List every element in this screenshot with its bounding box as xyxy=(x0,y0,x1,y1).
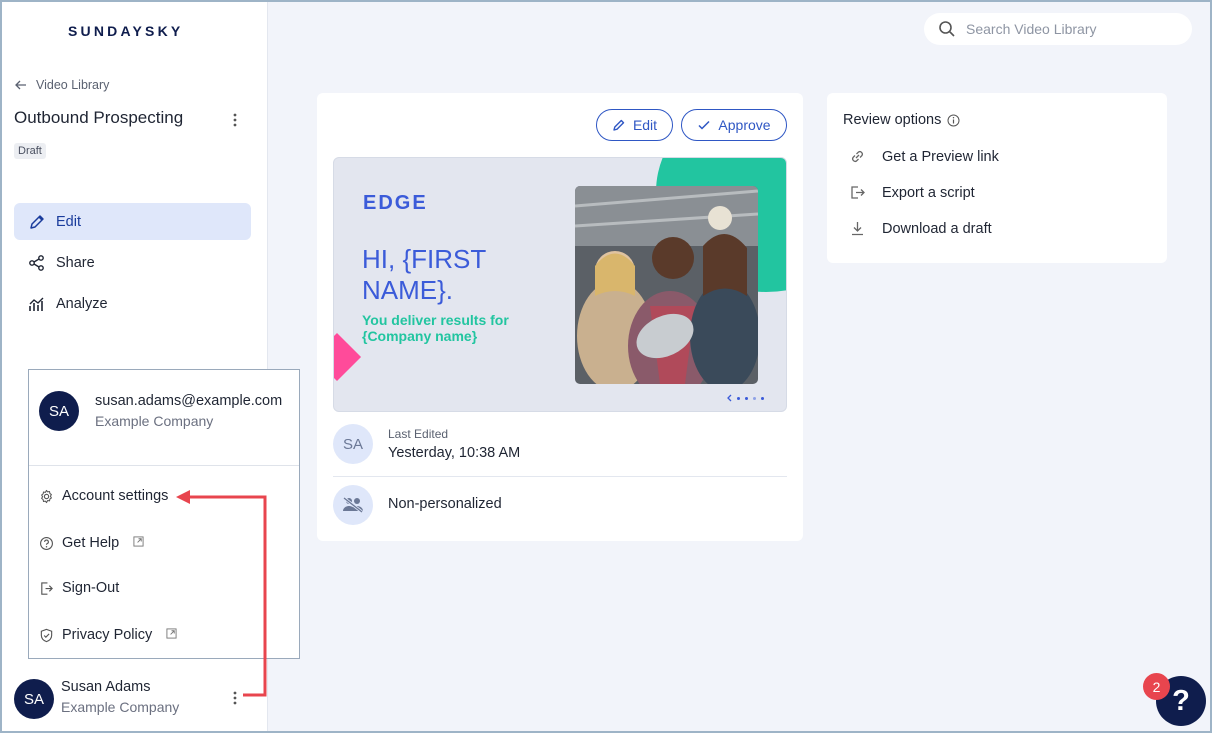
user-name: Susan Adams xyxy=(61,679,151,695)
menu-item-label: Get Help xyxy=(62,535,120,551)
search-icon xyxy=(939,21,955,37)
menu-item-sign-out[interactable]: Sign-Out xyxy=(39,580,119,596)
sidebar-item-label: Share xyxy=(56,254,95,271)
sign-out-icon xyxy=(41,581,53,595)
user-profile-footer: SA Susan Adams Example Company xyxy=(14,677,254,719)
user-company: Example Company xyxy=(95,413,214,429)
arrow-left-icon xyxy=(15,80,26,90)
menu-item-privacy-policy[interactable]: Privacy Policy xyxy=(39,627,177,643)
last-edited-label: Last Edited xyxy=(388,427,449,441)
project-title: Outbound Prospecting xyxy=(14,108,184,127)
external-link-icon xyxy=(166,627,177,639)
approve-button[interactable]: Approve xyxy=(681,109,787,141)
notification-badge: 2 xyxy=(1143,673,1170,700)
link-icon xyxy=(852,151,863,162)
last-edited-avatar: SA xyxy=(333,424,373,464)
pagination-dot xyxy=(745,396,748,400)
menu-item-label: Sign-Out xyxy=(62,580,120,596)
video-preview[interactable]: EDGE HI, {FIRST NAME}. You deliver resul… xyxy=(333,157,787,412)
preview-pagination[interactable] xyxy=(726,394,764,402)
review-options-title-text: Review options xyxy=(843,112,942,128)
pagination-dot xyxy=(753,396,756,400)
user-email: susan.adams@example.com xyxy=(95,393,283,409)
approve-button-label: Approve xyxy=(718,117,771,133)
menu-item-label: Account settings xyxy=(62,488,169,504)
gear-icon xyxy=(41,489,52,503)
pencil-icon xyxy=(613,119,625,131)
avatar: SA xyxy=(14,679,54,719)
back-to-video-library-link[interactable]: Video Library xyxy=(14,78,109,92)
export-icon xyxy=(851,186,865,199)
external-link-icon xyxy=(133,535,144,547)
chevron-left-icon xyxy=(727,394,732,402)
non-personalized-icon-badge xyxy=(333,485,373,525)
avatar: SA xyxy=(39,391,79,431)
menu-item-account-settings[interactable]: Account settings xyxy=(39,488,168,504)
menu-item-get-help[interactable]: Get Help xyxy=(39,535,144,551)
share-icon xyxy=(29,254,44,271)
checkmark-icon xyxy=(698,120,710,130)
kebab-icon xyxy=(233,691,237,705)
preview-headline: HI, {FIRST NAME}. xyxy=(362,244,486,305)
menu-item-label: Privacy Policy xyxy=(62,627,153,643)
preview-brand-logo: EDGE xyxy=(363,192,428,214)
review-item-label: Export a script xyxy=(882,184,975,201)
download-icon xyxy=(852,222,863,236)
review-options-title: Review options xyxy=(843,112,960,128)
video-card: Edit Approve EDGE HI, {FIRST NAME}. You … xyxy=(317,93,803,541)
edit-button[interactable]: Edit xyxy=(596,109,673,141)
analytics-icon xyxy=(29,297,44,311)
preview-team-photo xyxy=(575,186,758,384)
export-script-option[interactable]: Export a script xyxy=(849,184,975,201)
search-input[interactable] xyxy=(966,21,1166,37)
status-badge: Draft xyxy=(14,143,46,159)
sidebar-item-share[interactable]: Share xyxy=(14,244,251,281)
preview-subline: You deliver results for {Company name} xyxy=(362,312,509,344)
pagination-dot xyxy=(737,396,740,400)
sidebar-item-label: Edit xyxy=(56,213,81,230)
sidebar-item-edit[interactable]: Edit xyxy=(14,203,251,240)
review-item-label: Download a draft xyxy=(882,220,992,237)
search-bar xyxy=(924,13,1192,45)
user-menu-popup: SA susan.adams@example.com Example Compa… xyxy=(28,369,300,659)
get-preview-link-option[interactable]: Get a Preview link xyxy=(849,148,999,165)
pagination-dot xyxy=(761,396,764,400)
user-menu-header: SA susan.adams@example.com Example Compa… xyxy=(29,370,299,466)
divider xyxy=(333,476,787,477)
question-circle-icon xyxy=(40,536,53,550)
kebab-icon xyxy=(233,113,237,127)
decorative-shape xyxy=(334,332,362,382)
project-more-options-button[interactable] xyxy=(226,110,244,130)
edit-button-label: Edit xyxy=(632,117,658,133)
shield-icon xyxy=(40,628,53,642)
app-logo: SUNDAYSKY xyxy=(68,23,184,39)
review-options-panel: Review options Get a Preview link Export… xyxy=(827,93,1167,263)
sidebar-item-analyze[interactable]: Analyze xyxy=(14,285,251,322)
user-company: Example Company xyxy=(61,699,180,715)
review-item-label: Get a Preview link xyxy=(882,148,999,165)
personalization-status: Non-personalized xyxy=(388,496,502,512)
download-draft-option[interactable]: Download a draft xyxy=(849,220,992,237)
last-edited-value: Yesterday, 10:38 AM xyxy=(388,445,521,461)
sidebar-item-label: Analyze xyxy=(56,295,108,312)
sidebar-nav: Edit Share Analyze xyxy=(14,203,251,326)
pencil-icon xyxy=(30,214,44,229)
user-menu-button[interactable] xyxy=(226,687,244,709)
people-off-icon xyxy=(343,496,363,514)
info-icon[interactable] xyxy=(947,114,960,127)
back-link-label: Video Library xyxy=(36,78,110,92)
